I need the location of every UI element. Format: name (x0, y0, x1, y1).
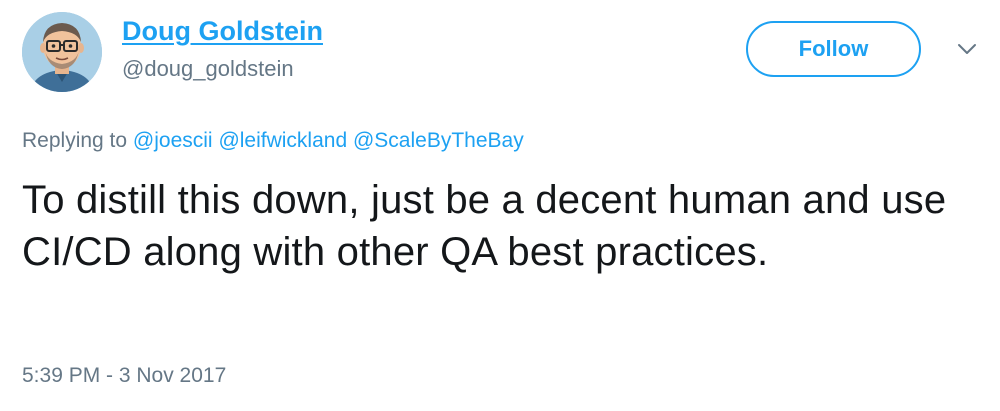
display-name-link[interactable]: Doug Goldstein (122, 16, 323, 47)
chevron-down-icon[interactable] (955, 40, 979, 58)
follow-button[interactable]: Follow (746, 21, 921, 77)
mention-link[interactable]: @ScaleByTheBay (353, 129, 524, 152)
tweet-card: Doug Goldstein @doug_goldstein Follow Re… (0, 0, 1000, 411)
cartoon-avatar-icon (22, 12, 102, 92)
user-handle: @doug_goldstein (122, 56, 294, 81)
mention-link[interactable]: @leifwickland (218, 129, 347, 152)
replying-to-label: Replying to (22, 129, 128, 152)
tweet-timestamp[interactable]: 5:39 PM - 3 Nov 2017 (22, 364, 226, 388)
avatar[interactable] (22, 12, 102, 92)
replying-to-line: Replying to @joescii @leifwickland @Scal… (22, 129, 524, 153)
mention-link[interactable]: @joescii (133, 129, 213, 152)
tweet-text: To distill this down, just be a decent h… (22, 178, 947, 274)
